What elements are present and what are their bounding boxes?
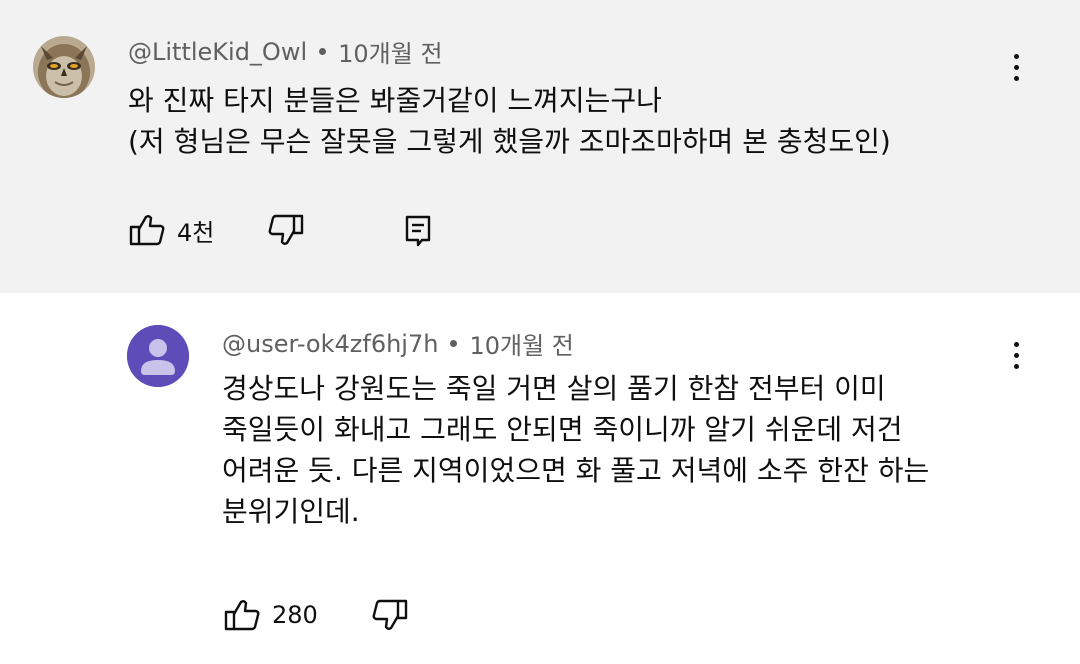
like-button[interactable]: 280 [222, 595, 318, 635]
thumbs-down-icon [266, 210, 306, 250]
like-count: 280 [272, 601, 318, 629]
comment-line: (저 형님은 무슨 잘못을 그렇게 했을까 조마조마하며 본 충청도인) [128, 125, 891, 158]
author-name[interactable]: @LittleKid_Owl [128, 38, 307, 66]
timestamp[interactable]: 10개월 전 [469, 326, 573, 361]
like-count: 4천 [177, 218, 215, 247]
separator-dot [319, 48, 327, 55]
action-bar: 4천 [127, 210, 438, 250]
reply-button[interactable] [398, 210, 438, 250]
comment-line: 와 진짜 타지 분들은 봐줄거같이 느껴지는구나 [128, 84, 662, 117]
thumbs-up-icon [222, 595, 262, 635]
comment-line: 죽일듯이 화내고 그래도 안되면 죽이니까 알기 쉬운데 저건 [222, 413, 903, 446]
comment-meta: @LittleKid_Owl 10개월 전 [128, 34, 443, 69]
comment-reply-icon [398, 210, 438, 250]
comment-line: 어려운 듯. 다른 지역이었으면 화 풀고 저녁에 소주 한잔 하는 [222, 454, 930, 487]
thumbs-up-icon [127, 210, 167, 250]
comment-line: 분위기인데. [222, 495, 360, 528]
more-vertical-icon[interactable] [1001, 45, 1031, 89]
owl-avatar[interactable] [33, 36, 95, 98]
comment-text: 경상도나 강원도는 죽일 거면 살의 품기 한참 전부터 이미 죽일듯이 화내고… [222, 368, 929, 532]
thumbs-down-icon [370, 595, 410, 635]
comment-highlighted: @LittleKid_Owl 10개월 전 와 진짜 타지 분들은 봐줄거같이 … [0, 0, 1080, 293]
more-vertical-icon[interactable] [1001, 333, 1031, 377]
comment-line: 경상도나 강원도는 죽일 거면 살의 품기 한참 전부터 이미 [222, 372, 886, 405]
default-user-avatar[interactable] [127, 325, 189, 387]
comment-reply: @user-ok4zf6hj7h 10개월 전 경상도나 강원도는 죽일 거면 … [0, 293, 1080, 664]
dislike-button[interactable] [370, 595, 410, 635]
comment-text: 와 진짜 타지 분들은 봐줄거같이 느껴지는구나 (저 형님은 무슨 잘못을 그… [128, 80, 891, 162]
like-button[interactable]: 4천 [127, 210, 214, 250]
comment-meta: @user-ok4zf6hj7h 10개월 전 [222, 326, 574, 361]
separator-dot [450, 340, 458, 347]
timestamp[interactable]: 10개월 전 [338, 34, 442, 69]
action-bar: 280 [222, 595, 410, 635]
author-name[interactable]: @user-ok4zf6hj7h [222, 330, 438, 358]
dislike-button[interactable] [266, 210, 306, 250]
